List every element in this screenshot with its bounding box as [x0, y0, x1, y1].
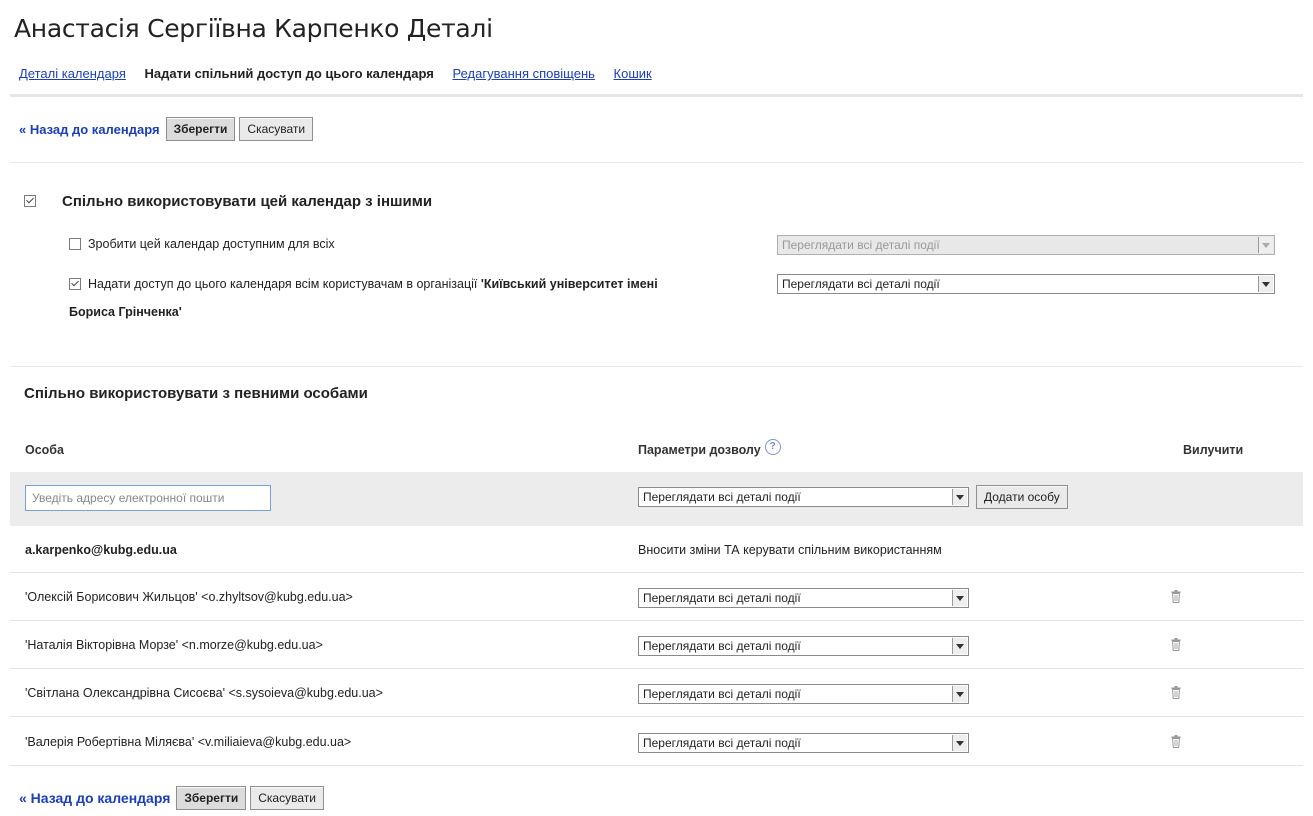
- specific-people-heading: Спільно використовувати з певними особам…: [24, 385, 368, 402]
- org-option-row: Надати доступ до цього календаря всім ко…: [69, 274, 658, 294]
- person-permission-select[interactable]: Переглядати всі деталі події: [638, 684, 969, 704]
- public-permission-select: Переглядати всі деталі події: [777, 235, 1275, 255]
- dropdown-arrow-icon: [952, 489, 967, 505]
- back-to-calendar-link[interactable]: « Назад до календаря: [19, 790, 170, 806]
- person-permission-select[interactable]: Переглядати всі деталі події: [638, 733, 969, 753]
- person-permission-value: Переглядати всі деталі події: [643, 639, 801, 653]
- col-remove-header: Вилучити: [1183, 443, 1244, 457]
- row-divider: [10, 572, 1303, 573]
- dropdown-arrow-icon: [952, 590, 967, 606]
- dropdown-arrow-icon: [952, 638, 967, 654]
- public-option-row: Зробити цей календар доступним для всіх: [69, 234, 335, 254]
- dropdown-arrow-icon: [952, 686, 967, 702]
- public-permission-value: Переглядати всі деталі події: [782, 238, 940, 252]
- share-calendar-checkbox[interactable]: [24, 195, 36, 208]
- col-permission-label: Параметри дозволу: [638, 443, 761, 457]
- person-name: 'Валерія Робертівна Міляєва': [25, 735, 195, 749]
- person-row-3: 'Валерія Робертівна Міляєва' <v.miliaiev…: [25, 735, 351, 749]
- org-option-label: Надати доступ до цього календаря всім ко…: [88, 277, 481, 291]
- org-name-line2: Бориса Грінченка': [69, 305, 182, 319]
- dropdown-arrow-icon: [952, 735, 967, 751]
- trash-icon[interactable]: [1171, 735, 1181, 748]
- person-name: 'Олексій Борисович Жильцов': [25, 590, 198, 604]
- trash-icon[interactable]: [1171, 638, 1181, 651]
- person-permission-value: Переглядати всі деталі події: [643, 736, 801, 750]
- owner-email: a.karpenko@kubg.edu.ua: [25, 543, 177, 557]
- org-checkbox[interactable]: [69, 277, 81, 290]
- row-divider: [10, 668, 1303, 669]
- dropdown-arrow-icon: [1258, 237, 1273, 253]
- help-icon[interactable]: ?: [764, 439, 781, 455]
- person-email: <s.sysoieva@kubg.edu.ua>: [224, 686, 383, 700]
- tab-bar: Деталі календаря Надати спільний доступ …: [19, 66, 667, 88]
- add-person-button[interactable]: Додати особу: [976, 485, 1068, 509]
- row-divider: [10, 620, 1303, 621]
- org-permission-value: Переглядати всі деталі події: [782, 277, 940, 291]
- person-email: <n.morze@kubg.edu.ua>: [178, 638, 323, 652]
- new-person-permission-select[interactable]: Переглядати всі деталі події: [638, 487, 969, 507]
- person-email: <o.zhyltsov@kubg.edu.ua>: [197, 590, 353, 604]
- org-name: 'Київський університет імені: [480, 277, 658, 291]
- person-name: 'Світлана Олександрівна Сисоєва': [25, 686, 225, 700]
- top-action-bar: « Назад до календаря Зберегти Скасувати: [19, 117, 317, 141]
- trash-icon[interactable]: [1171, 590, 1181, 603]
- person-permission-select[interactable]: Переглядати всі деталі події: [638, 636, 969, 656]
- divider: [10, 366, 1303, 367]
- back-to-calendar-link[interactable]: « Назад до календаря: [19, 122, 160, 137]
- tab-divider: [10, 94, 1303, 97]
- dropdown-arrow-icon: [1258, 276, 1273, 292]
- tab-share-calendar: Надати спільний доступ до цього календар…: [144, 66, 434, 81]
- cancel-button[interactable]: Скасувати: [250, 786, 324, 810]
- person-row-2: 'Світлана Олександрівна Сисоєва' <s.syso…: [25, 686, 383, 700]
- bottom-action-bar: « Назад до календаря Зберегти Скасувати: [19, 786, 328, 810]
- share-calendar-heading: Спільно використовувати цей календар з і…: [24, 193, 432, 210]
- person-email: <v.miliaieva@kubg.edu.ua>: [194, 735, 352, 749]
- save-button[interactable]: Зберегти: [176, 786, 247, 810]
- share-calendar-label: Спільно використовувати цей календар з і…: [62, 193, 433, 210]
- public-option-label: Зробити цей календар доступним для всіх: [88, 237, 335, 251]
- cancel-button[interactable]: Скасувати: [239, 117, 314, 141]
- person-permission-value: Переглядати всі деталі події: [643, 687, 801, 701]
- tab-trash[interactable]: Кошик: [614, 66, 652, 81]
- col-person-header: Особа: [25, 443, 64, 457]
- row-divider: [10, 716, 1303, 717]
- owner-permission: Вносити зміни ТА керувати спільним викор…: [638, 543, 942, 557]
- tab-notifications[interactable]: Редагування сповіщень: [453, 66, 595, 81]
- public-checkbox[interactable]: [69, 237, 81, 250]
- save-button[interactable]: Зберегти: [165, 117, 236, 141]
- person-name: 'Наталія Вікторівна Морзе': [25, 638, 179, 652]
- org-permission-select[interactable]: Переглядати всі деталі події: [777, 274, 1275, 294]
- person-permission-select[interactable]: Переглядати всі деталі події: [638, 588, 969, 608]
- new-person-permission-value: Переглядати всі деталі події: [643, 490, 801, 504]
- person-permission-value: Переглядати всі деталі події: [643, 591, 801, 605]
- trash-icon[interactable]: [1171, 686, 1181, 699]
- email-input[interactable]: [25, 485, 271, 511]
- tab-calendar-details[interactable]: Деталі календаря: [19, 66, 126, 81]
- divider: [10, 162, 1303, 163]
- page-title: Анастасія Сергіївна Карпенко Деталі: [14, 14, 493, 43]
- row-divider: [10, 765, 1303, 766]
- person-row-1: 'Наталія Вікторівна Морзе' <n.morze@kubg…: [25, 638, 323, 652]
- col-permission-header: Параметри дозволу?: [638, 439, 781, 460]
- person-row-0: 'Олексій Борисович Жильцов' <o.zhyltsov@…: [25, 590, 353, 604]
